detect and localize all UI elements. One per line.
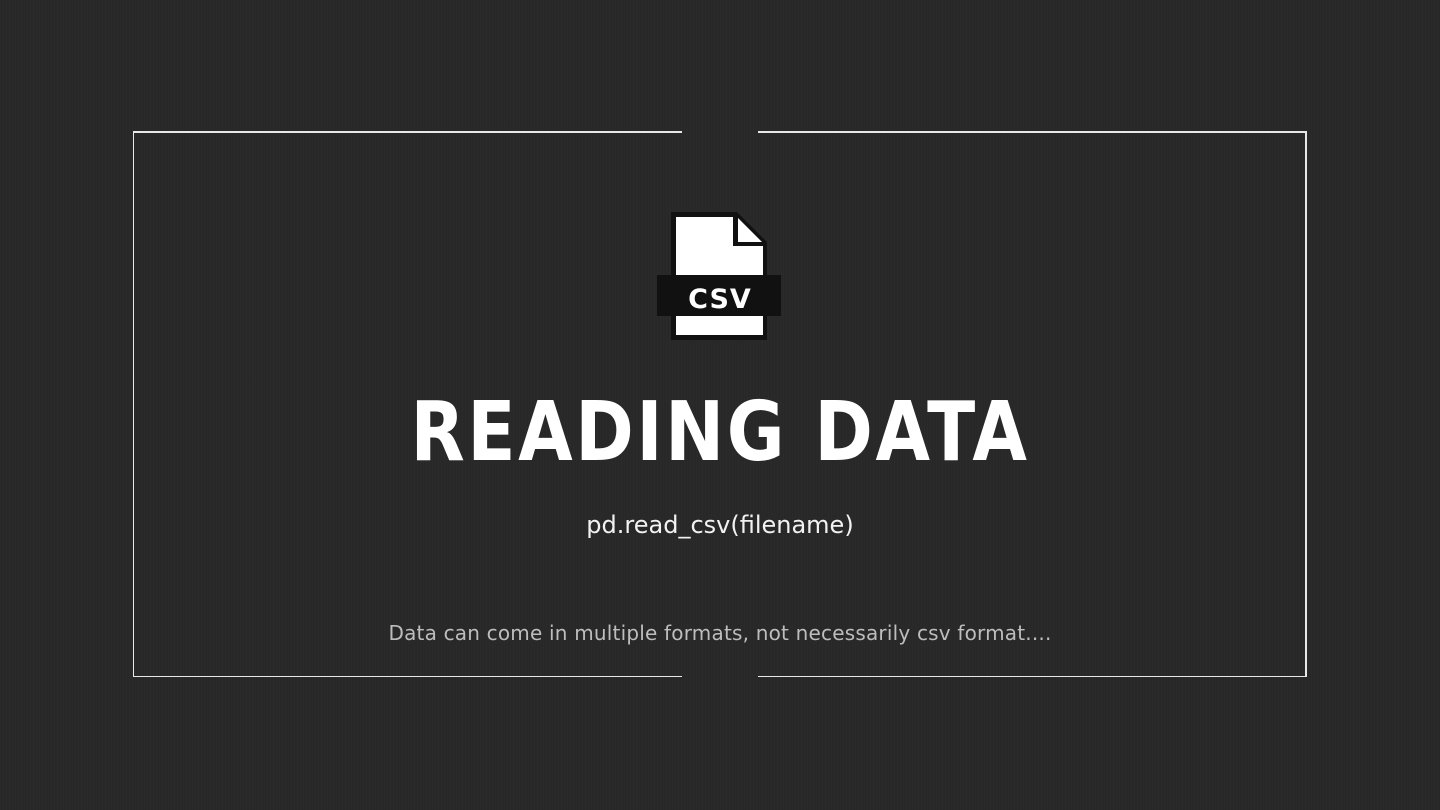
frame-bottom-left-line — [133, 676, 682, 677]
frame-bottom-right-line — [758, 676, 1307, 677]
frame-top-right-line — [758, 131, 1307, 133]
caption-text: Data can come in multiple formats, not n… — [388, 621, 1052, 645]
csv-file-icon: CSV — [657, 212, 781, 340]
code-subtitle: pd.read_csv(filename) — [586, 511, 854, 539]
page-title: READING DATA — [410, 385, 1030, 480]
frame-top-left-line — [133, 131, 682, 133]
csv-icon-label: CSV — [688, 284, 752, 315]
